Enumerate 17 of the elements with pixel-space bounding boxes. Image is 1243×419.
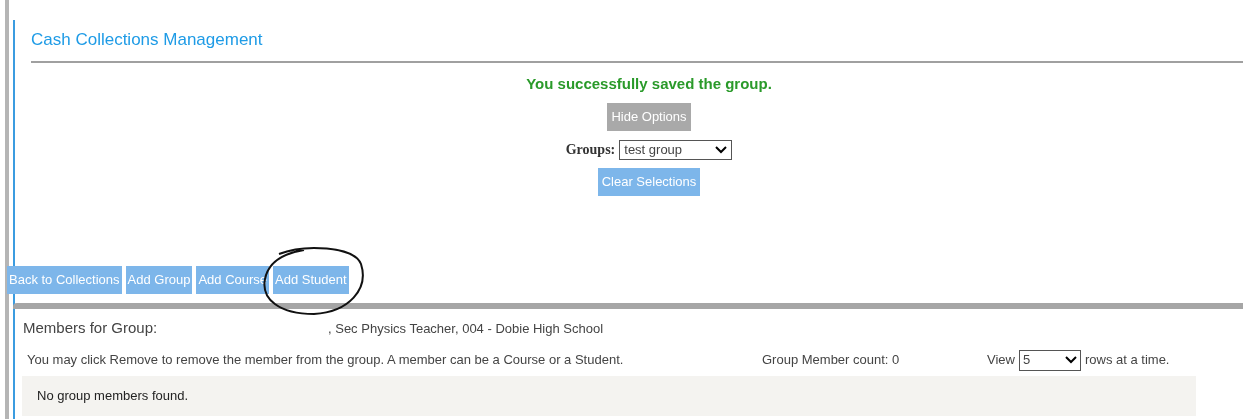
action-button[interactable]: Add Student [273,266,349,294]
action-button[interactable]: Back to Collections [7,266,122,294]
groups-select[interactable]: test group [619,139,733,160]
hide-options-button[interactable]: Hide Options [607,103,691,131]
view-label: View [987,351,1015,370]
success-message: You successfully saved the group. [526,73,772,94]
member-count: Group Member count: 0 [762,351,901,370]
members-label: Members for Group: [23,318,159,338]
clear-selections-button[interactable]: Clear Selections [597,168,701,196]
rows-select[interactable]: 5 [1018,349,1081,371]
group-name: , Sec Physics Teacher, 004 - Dobie High School [328,319,604,338]
action-button[interactable]: Add Group [125,266,193,294]
page-title: Cash Collections Management [31,30,263,49]
view-suffix: rows at a time. [1084,351,1170,370]
empty-message: No group members found. [37,386,189,405]
members-hint: You may click Remove to remove the member from the group. A member can be a Course or a Student. [27,351,625,370]
groups-label: Groups: [565,141,616,159]
